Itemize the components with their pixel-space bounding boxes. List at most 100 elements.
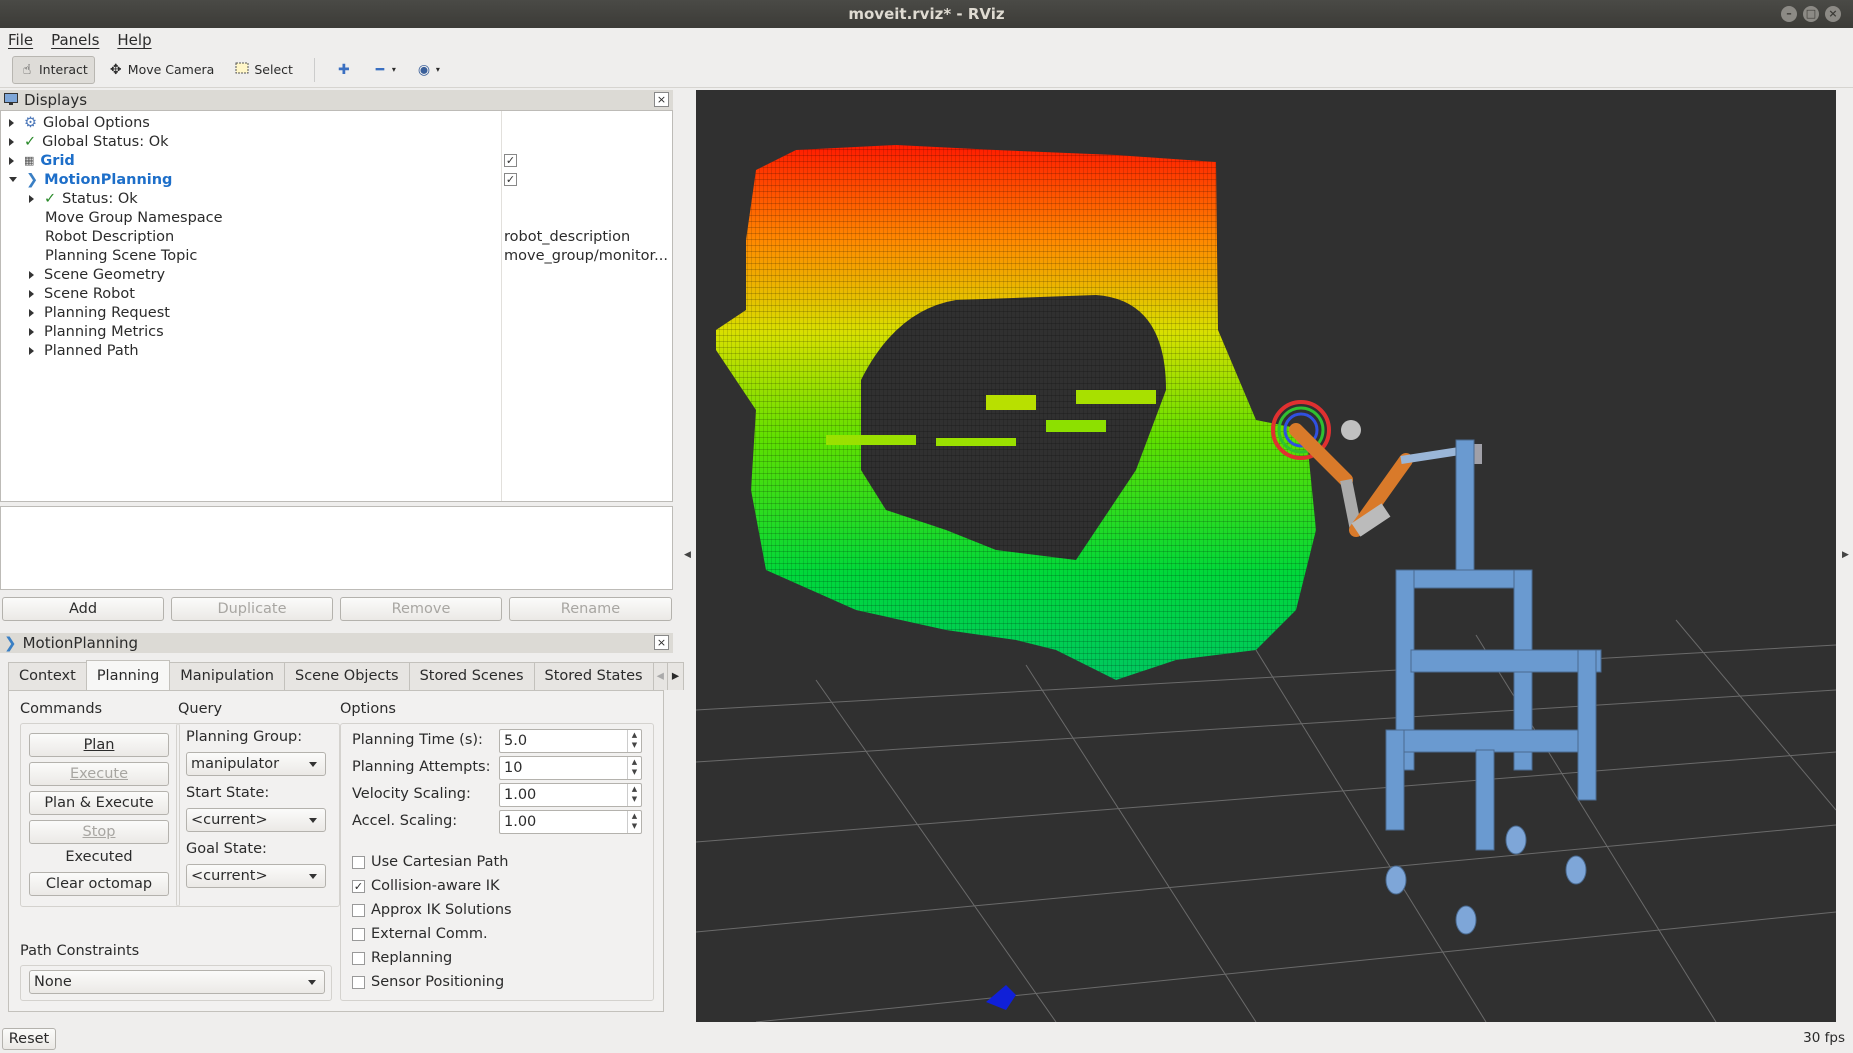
expand-arrow-icon[interactable]	[9, 137, 14, 146]
expand-arrow-icon[interactable]	[29, 194, 34, 203]
interact-tool-button[interactable]: ☝ Interact	[12, 55, 95, 84]
tree-item-label: Robot Description	[45, 228, 175, 245]
planning-time-input[interactable]: 5.0 ▲ ▼	[499, 729, 642, 753]
tab-stored-scenes[interactable]: Stored Scenes	[408, 662, 535, 690]
expand-arrow-icon[interactable]	[29, 270, 34, 279]
execute-button[interactable]: Execute	[29, 762, 169, 786]
checkbox-box[interactable]: ✓	[352, 879, 365, 893]
tree-item-planning-request[interactable]: Planning Request	[29, 303, 170, 322]
select-tool-button[interactable]: Select	[227, 56, 300, 84]
plan-button[interactable]: Plan	[29, 733, 169, 757]
tab-scroll-right-icon[interactable]: ▸	[666, 662, 685, 690]
close-panel-icon[interactable]: ×	[654, 635, 669, 650]
expand-arrow-icon[interactable]	[29, 308, 34, 317]
tab-stored-states[interactable]: Stored States	[533, 662, 654, 690]
motionplanning-icon: ❯	[26, 171, 39, 188]
rename-display-button[interactable]: Rename	[509, 597, 672, 621]
start-state-select[interactable]: <current>	[186, 808, 326, 832]
velocity-scaling-input[interactable]: 1.00 ▲ ▼	[499, 783, 642, 807]
menu-help[interactable]: Help	[117, 31, 151, 49]
duplicate-display-button[interactable]: Duplicate	[171, 597, 333, 621]
tab-scene-objects[interactable]: Scene Objects	[283, 662, 410, 690]
tab-planning[interactable]: Planning	[85, 660, 171, 690]
use-cartesian-path-checkbox[interactable]: Use Cartesian Path	[352, 854, 508, 870]
menu-panels[interactable]: Panels	[51, 31, 99, 49]
tree-item-robot-description[interactable]: Robot Description	[45, 227, 174, 246]
spin-arrows-icon[interactable]: ▲ ▼	[627, 730, 641, 752]
checkbox-box[interactable]	[352, 927, 365, 941]
collapse-arrow-icon[interactable]	[9, 177, 17, 182]
minimize-icon[interactable]: –	[1781, 6, 1797, 22]
robot-description-value[interactable]: robot_description	[504, 227, 630, 246]
expand-arrow-icon[interactable]	[29, 346, 34, 355]
move-camera-tool-button[interactable]: ✥ Move Camera	[101, 56, 222, 84]
interact-label: Interact	[39, 62, 88, 77]
replanning-checkbox[interactable]: Replanning	[352, 950, 452, 966]
tree-item-global-status[interactable]: ✓ Global Status: Ok	[9, 132, 169, 151]
tab-context[interactable]: Context	[8, 662, 87, 690]
path-constraints-select[interactable]: None	[29, 970, 325, 994]
planning-group-label: Planning Group:	[186, 729, 303, 745]
view-tool-button[interactable]: ◉ ▾	[409, 56, 447, 84]
checkbox-box[interactable]	[352, 975, 365, 989]
expand-arrow-icon[interactable]	[9, 156, 14, 165]
spin-arrows-icon[interactable]: ▲ ▼	[627, 757, 641, 779]
planning-group-select[interactable]: manipulator	[186, 752, 326, 776]
planning-scene-topic-value[interactable]: move_group/monitor...	[504, 246, 668, 265]
checkbox-label: Collision-aware IK	[371, 878, 500, 894]
spin-arrows-icon[interactable]: ▲ ▼	[627, 811, 641, 833]
tab-scroll-left-icon[interactable]: ◂	[652, 662, 668, 690]
splitter-left-arrow-icon[interactable]: ◀	[684, 550, 691, 560]
clear-octomap-button[interactable]: Clear octomap	[29, 872, 169, 896]
add-display-button[interactable]: Add	[2, 597, 164, 621]
checkbox-box[interactable]	[352, 903, 365, 917]
accel-scaling-input[interactable]: 1.00 ▲ ▼	[499, 810, 642, 834]
planning-tab-panel: Commands Plan Execute Plan & Execute Sto…	[8, 690, 664, 1012]
tree-item-label: Grid	[40, 152, 75, 169]
checkbox-box[interactable]	[352, 951, 365, 965]
collision-aware-ik-checkbox[interactable]: ✓ Collision-aware IK	[352, 878, 500, 894]
remove-display-button[interactable]: Remove	[340, 597, 502, 621]
tree-item-planning-metrics[interactable]: Planning Metrics	[29, 322, 164, 341]
tree-item-global-options[interactable]: ⚙ Global Options	[9, 113, 150, 132]
tree-item-value: move_group/monitor...	[504, 247, 668, 264]
plus-icon: ✚	[338, 61, 350, 78]
close-icon[interactable]: ×	[1825, 6, 1841, 22]
tree-item-move-group-namespace[interactable]: Move Group Namespace	[45, 208, 223, 227]
external-comm-checkbox[interactable]: External Comm.	[352, 926, 488, 942]
splitter-right-arrow-icon[interactable]: ▶	[1842, 550, 1849, 560]
3d-viewport[interactable]	[696, 90, 1836, 1022]
sensor-positioning-checkbox[interactable]: Sensor Positioning	[352, 974, 504, 990]
tree-item-grid[interactable]: ▦ Grid	[9, 151, 75, 170]
expand-arrow-icon[interactable]	[9, 118, 14, 127]
plan-execute-label: Plan & Execute	[44, 795, 154, 811]
goal-state-select[interactable]: <current>	[186, 864, 326, 888]
stop-button[interactable]: Stop	[29, 820, 169, 844]
planning-attempts-input[interactable]: 10 ▲ ▼	[499, 756, 642, 780]
tree-item-planned-path[interactable]: Planned Path	[29, 341, 139, 360]
reset-button[interactable]: Reset	[2, 1028, 56, 1050]
tree-item-status[interactable]: ✓ Status: Ok	[29, 189, 138, 208]
maximize-icon[interactable]: □	[1803, 6, 1819, 22]
tree-item-motionplanning[interactable]: ❯ MotionPlanning	[9, 170, 172, 189]
tree-item-planning-scene-topic[interactable]: Planning Scene Topic	[45, 246, 197, 265]
move-camera-label: Move Camera	[127, 62, 215, 77]
add-tool-button[interactable]: ✚	[329, 56, 359, 84]
spin-arrows-icon[interactable]: ▲ ▼	[627, 784, 641, 806]
tab-manipulation[interactable]: Manipulation	[169, 662, 285, 690]
motionplanning-enabled-checkbox[interactable]: ✓	[504, 173, 517, 186]
plan-execute-button[interactable]: Plan & Execute	[29, 791, 169, 815]
approx-ik-checkbox[interactable]: Approx IK Solutions	[352, 902, 512, 918]
query-heading: Query	[178, 701, 223, 717]
remove-tool-button[interactable]: ━ ▾	[365, 56, 403, 84]
tree-item-scene-geometry[interactable]: Scene Geometry	[29, 265, 165, 284]
menu-file[interactable]: File	[8, 31, 33, 49]
tree-item-scene-robot[interactable]: Scene Robot	[29, 284, 135, 303]
checkbox-box[interactable]	[352, 855, 365, 869]
expand-arrow-icon[interactable]	[29, 327, 34, 336]
octomap-point-cloud	[716, 145, 1316, 680]
close-panel-icon[interactable]: ×	[654, 92, 669, 107]
expand-arrow-icon[interactable]	[29, 289, 34, 298]
robot-cart-model	[1385, 439, 1602, 935]
grid-enabled-checkbox[interactable]: ✓	[504, 154, 517, 167]
